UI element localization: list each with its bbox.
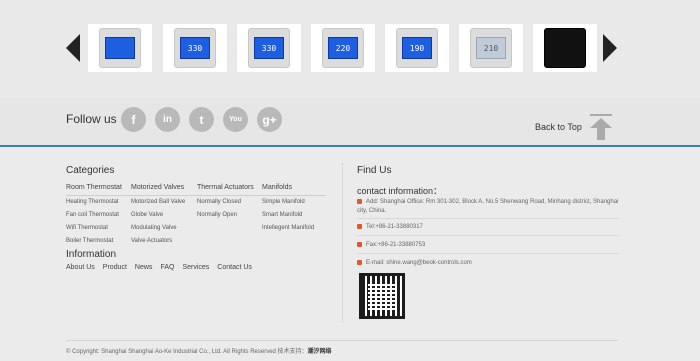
back-to-top-link[interactable]: Back to Top [535, 122, 582, 132]
youtube-icon[interactable]: You [223, 107, 248, 132]
link-valve-actuators[interactable]: Valve Actuators [131, 238, 172, 244]
thermostat-image: 220 [322, 28, 364, 68]
thermostat-image [544, 28, 586, 68]
category-divider [66, 195, 326, 196]
link-simple-manifold[interactable]: Simple Manifold [262, 199, 305, 205]
thermostat-screen: 220 [328, 37, 358, 59]
category-head-thermal-actuators[interactable]: Thermal Actuators [197, 184, 254, 191]
product-thumbnail[interactable]: 190 [385, 24, 449, 72]
fax-icon [357, 241, 362, 247]
category-head-motorized-valves[interactable]: Motorized Valves [131, 184, 184, 191]
follow-bar: Follow us f in t You g+ Back to Top [0, 98, 700, 147]
linkedin-icon[interactable]: in [155, 107, 180, 132]
mail-icon [357, 259, 362, 265]
link-wifi-thermostat[interactable]: Wifi Thermostat [66, 225, 108, 231]
contact-email: E-mail: shine.wang@beok-controls.com [357, 259, 619, 268]
info-link-news[interactable]: News [135, 264, 153, 271]
thermostat-image: 210 [470, 28, 512, 68]
product-thumbnail[interactable]: 330 [237, 24, 301, 72]
email-link[interactable]: shine.wang@beok-controls.com [386, 260, 471, 266]
follow-us-label: Follow us [66, 112, 117, 126]
contact-divider [357, 253, 619, 254]
product-thumbnail[interactable] [533, 24, 597, 72]
thermostat-screen [105, 37, 135, 59]
thermostat-screen [550, 37, 580, 59]
link-normally-open[interactable]: Normally Open [197, 212, 237, 218]
footer-column-divider [342, 163, 343, 323]
qr-code-image [359, 273, 405, 319]
site-footer: Categories Room Thermostat Motorized Val… [0, 149, 700, 361]
link-smart-manifold[interactable]: Smart Manifold [262, 212, 302, 218]
thermostat-screen: 190 [402, 37, 432, 59]
thermostat-screen: 210 [476, 37, 506, 59]
thermostat-image: 330 [248, 28, 290, 68]
link-intellegent-manifold[interactable]: Intellegent Manifold [262, 225, 314, 231]
thermostat-screen: 330 [254, 37, 284, 59]
copyright-text: © Copyright: Shanghai Shanghai Ao-Ke Ind… [66, 349, 308, 355]
fax-text: Fax:+86-21-33880753 [366, 242, 426, 248]
link-boiler-thermostat[interactable]: Boiler Thermostat [66, 238, 113, 244]
info-link-services[interactable]: Services [182, 264, 209, 271]
link-motorized-ball-valve[interactable]: Motorized Ball Valve [131, 199, 185, 205]
contact-tel: Tel:+86-21-33880317 [357, 223, 619, 232]
twitter-icon[interactable]: t [189, 107, 214, 132]
googleplus-icon[interactable]: g+ [257, 107, 282, 132]
product-thumbnail[interactable] [88, 24, 152, 72]
address-text: Add: Shanghai Office: Rm 301-302, Block … [357, 199, 619, 214]
contact-information-title: contact information： [357, 186, 443, 196]
find-us-title: Find Us [357, 165, 392, 176]
carousel-prev-arrow-icon[interactable] [66, 34, 80, 62]
phone-icon [357, 223, 362, 229]
category-head-room-thermostat[interactable]: Room Thermostat [66, 184, 122, 191]
copyright-line: © Copyright: Shanghai Shanghai Ao-Ke Ind… [66, 346, 332, 355]
information-links: About Us Product News FAQ Services Conta… [66, 264, 252, 271]
information-title: Information [66, 249, 117, 260]
info-link-faq[interactable]: FAQ [160, 264, 174, 271]
contact-fax: Fax:+86-21-33880753 [357, 241, 619, 250]
product-thumbnail[interactable]: 210 [459, 24, 523, 72]
info-link-contact-us[interactable]: Contact Us [217, 264, 252, 271]
info-link-product[interactable]: Product [103, 264, 127, 271]
link-globe-valve[interactable]: Globe Valve [131, 212, 163, 218]
product-carousel: 330 330 220 190 210 [0, 0, 700, 98]
carousel-next-arrow-icon[interactable] [603, 34, 617, 62]
category-head-manifolds[interactable]: Manifolds [262, 184, 292, 191]
link-heating-thermostat[interactable]: Heating Thermostat [66, 199, 119, 205]
link-normally-closed[interactable]: Normally Closed [197, 199, 241, 205]
email-label: E-mail: [366, 260, 385, 266]
back-to-top-arrow-icon[interactable] [590, 114, 612, 140]
contact-divider [357, 218, 619, 219]
thermostat-image: 190 [396, 28, 438, 68]
thermostat-screen: 330 [180, 37, 210, 59]
tel-text: Tel:+86-21-33880317 [366, 224, 423, 230]
info-link-about-us[interactable]: About Us [66, 264, 95, 271]
facebook-icon[interactable]: f [121, 107, 146, 132]
contact-divider [357, 235, 619, 236]
thermostat-image: 330 [174, 28, 216, 68]
categories-title: Categories [66, 165, 115, 176]
copyright-divider [66, 340, 618, 341]
product-thumbnail[interactable]: 220 [311, 24, 375, 72]
tech-support-link[interactable]: 潮汐网络 [308, 349, 332, 355]
location-pin-icon [357, 198, 362, 204]
link-fan-coil-thermostat[interactable]: Fan coil Thermostat [66, 212, 119, 218]
contact-address: Add: Shanghai Office: Rm 301-302, Block … [357, 198, 619, 216]
thermostat-image [99, 28, 141, 68]
product-thumbnail[interactable]: 330 [163, 24, 227, 72]
link-modulating-valve[interactable]: Modulating Valve [131, 225, 177, 231]
